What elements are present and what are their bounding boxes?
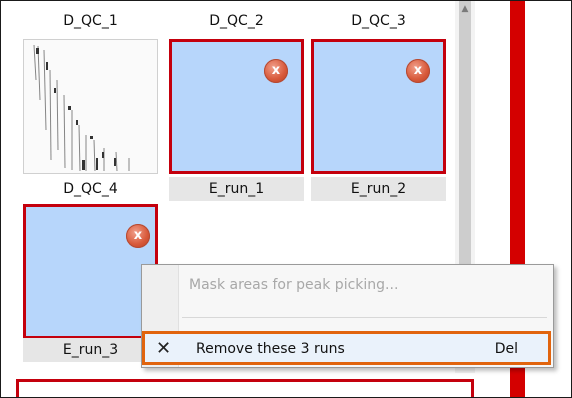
remove-x-icon: ✕ — [156, 338, 172, 359]
close-icon[interactable]: x — [126, 224, 150, 248]
run-label: E_run_3 — [23, 338, 158, 362]
run-label: E_run_2 — [311, 177, 446, 201]
run-label-d-qc-1: D_QC_1 — [63, 13, 118, 29]
menu-item-mask-areas[interactable]: Mask areas for peak picking... — [189, 277, 398, 293]
run-label-d-qc-3: D_QC_3 — [351, 13, 406, 29]
close-icon[interactable]: x — [264, 59, 288, 83]
run-label: E_run_1 — [169, 177, 304, 201]
scroll-up-arrow-icon[interactable]: ▲ — [459, 1, 471, 17]
run-thumbnail-selected: x — [311, 39, 446, 174]
run-thumbnail-selected: x — [169, 39, 304, 174]
menu-item-remove-runs[interactable]: ✕ Remove these 3 runs Del — [142, 331, 551, 365]
close-icon[interactable]: x — [406, 59, 430, 83]
app-window: D_QC_1 D_QC_2 D_QC_3 D_QC_4 x E_run_1 x … — [0, 0, 572, 398]
menu-separator — [182, 317, 547, 318]
run-thumbnail-selected: x — [23, 204, 158, 339]
context-menu: Mask areas for peak picking... ✕ Remove … — [141, 264, 554, 368]
run-label-d-qc-2: D_QC_2 — [209, 13, 264, 29]
menu-item-label: Remove these 3 runs — [196, 341, 345, 357]
gel-image-thumbnail — [33, 44, 130, 172]
scrollbar-thumb[interactable] — [459, 1, 471, 266]
run-thumbnail-image — [23, 39, 158, 174]
menu-item-shortcut: Del — [494, 341, 518, 357]
next-row-selection-outline — [16, 379, 474, 397]
run-label: D_QC_4 — [63, 181, 118, 197]
